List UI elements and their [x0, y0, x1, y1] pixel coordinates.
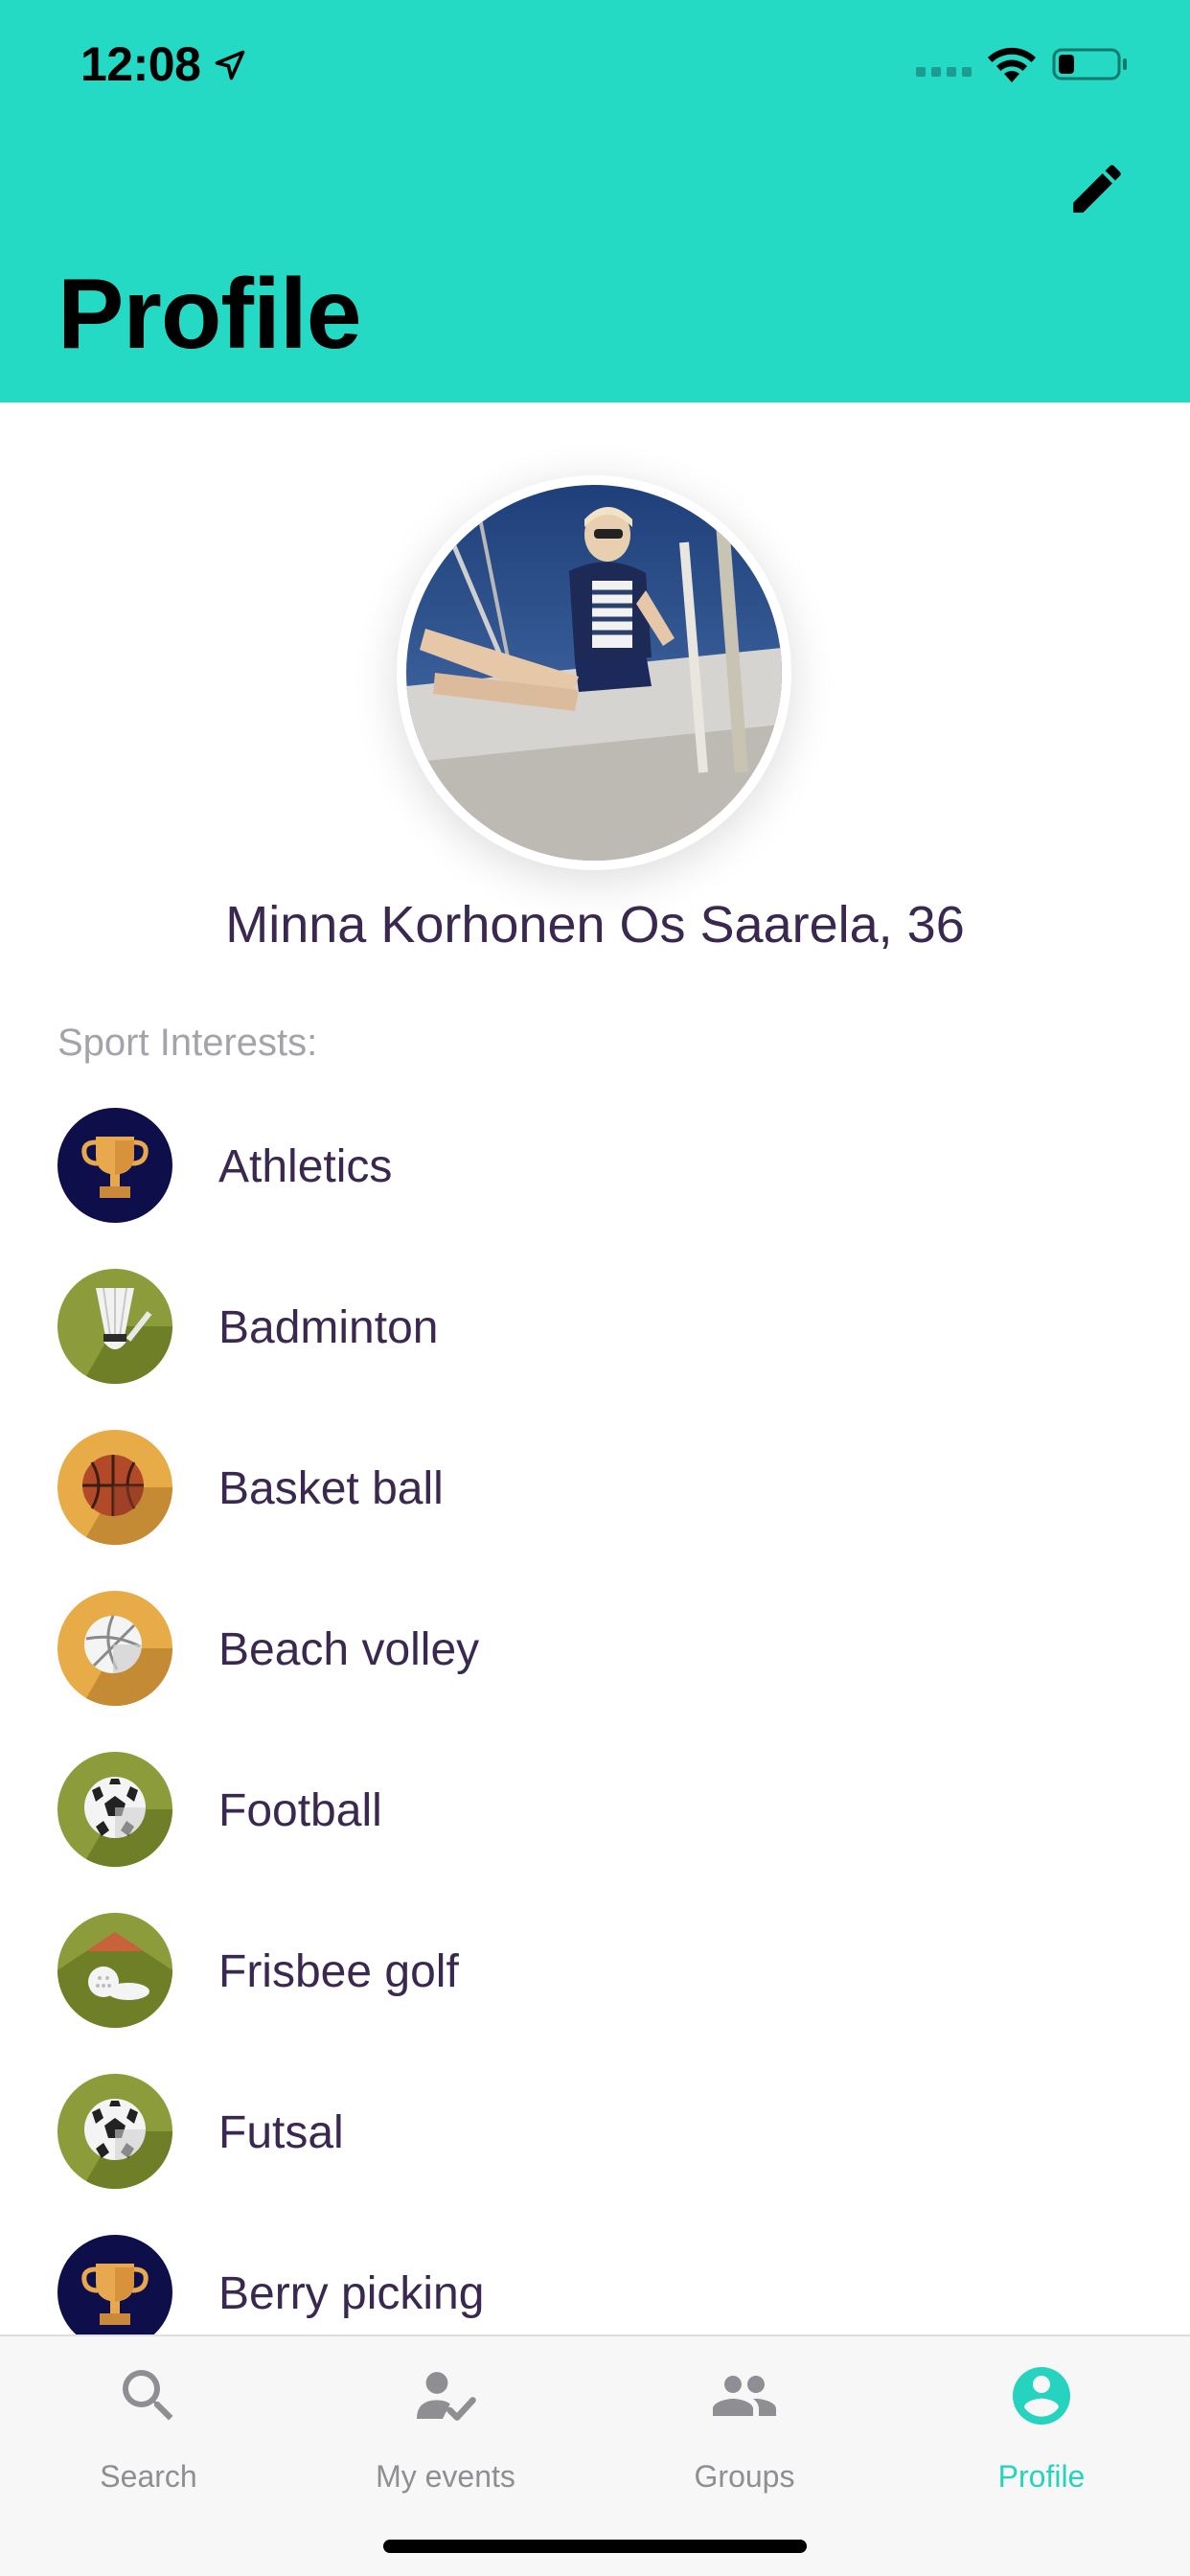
- tab-search[interactable]: Search: [0, 2336, 297, 2509]
- volleyball-icon: [57, 1591, 172, 1706]
- sport-label: Football: [218, 1785, 382, 1836]
- cellular-signal-icon: [916, 67, 972, 77]
- sport-label: Athletics: [218, 1141, 393, 1192]
- profile-photo: [406, 485, 782, 861]
- tab-label: My events: [376, 2459, 515, 2494]
- tab-profile[interactable]: Profile: [893, 2336, 1190, 2509]
- tab-label: Search: [100, 2459, 197, 2494]
- list-item[interactable]: Beach volley: [0, 1583, 1190, 1744]
- location-arrow-icon: [215, 50, 245, 80]
- tab-groups[interactable]: Groups: [596, 2336, 893, 2509]
- sport-label: Badminton: [218, 1302, 439, 1353]
- list-item[interactable]: Basket ball: [0, 1422, 1190, 1583]
- home-indicator: [383, 2540, 807, 2553]
- search-icon: [123, 2370, 173, 2421]
- list-item[interactable]: Frisbee golf: [0, 1905, 1190, 2066]
- soccer-ball-icon: [57, 1752, 172, 1867]
- sport-interests-label: Sport Interests:: [57, 1022, 318, 1064]
- sport-label: Berry picking: [218, 2268, 485, 2319]
- soccer-ball-icon: [57, 2074, 172, 2189]
- tab-my-events[interactable]: My events: [297, 2336, 594, 2509]
- list-item[interactable]: Athletics: [0, 1100, 1190, 1261]
- basketball-icon: [57, 1430, 172, 1545]
- person-check-icon: [417, 2372, 476, 2421]
- sport-label: Frisbee golf: [218, 1946, 459, 1997]
- user-name: Minna Korhonen Os Saarela, 36: [225, 896, 965, 954]
- sport-label: Futsal: [218, 2107, 344, 2158]
- list-item[interactable]: Football: [0, 1744, 1190, 1905]
- sport-label: Basket ball: [218, 1463, 444, 1514]
- pencil-icon[interactable]: [1065, 157, 1129, 220]
- shuttlecock-icon: [57, 1269, 172, 1384]
- sport-label: Beach volley: [218, 1624, 480, 1675]
- header: 12:08 Profile: [0, 0, 1190, 402]
- status-time: 12:08: [80, 37, 201, 91]
- tab-label: Profile: [997, 2459, 1086, 2494]
- golf-ball-icon: [57, 1913, 172, 2028]
- group-icon: [713, 2376, 776, 2416]
- battery-icon: [1052, 48, 1127, 80]
- avatar[interactable]: [397, 475, 791, 870]
- tab-label: Groups: [694, 2459, 795, 2494]
- trophy-icon: [57, 1108, 172, 1223]
- account-circle-icon: [1013, 2367, 1070, 2425]
- list-item[interactable]: Futsal: [0, 2066, 1190, 2227]
- page-title: Profile: [57, 259, 362, 370]
- wifi-icon: [988, 47, 1036, 82]
- trophy-icon: [57, 2235, 172, 2350]
- sport-interests-list: Athletics Badminton Basket ball Beach vo…: [0, 1100, 1190, 2388]
- list-item[interactable]: Badminton: [0, 1261, 1190, 1422]
